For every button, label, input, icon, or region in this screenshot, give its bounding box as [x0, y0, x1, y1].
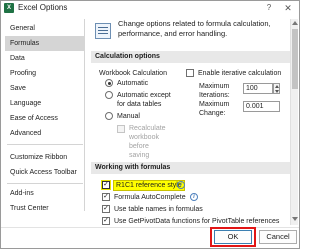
scroll-up-arrow-icon[interactable]: [292, 21, 298, 25]
maximum-change-label: Maximum Change:: [199, 101, 230, 117]
excel-app-icon: X: [4, 3, 14, 13]
maximum-change-input[interactable]: 0.001: [243, 101, 280, 112]
sidebar-item-ease-of-access[interactable]: Ease of Access: [5, 111, 85, 126]
sidebar-divider: [7, 144, 83, 145]
recalculate-before-saving-label: Recalculate workbook before saving: [129, 125, 166, 159]
sidebar-item-language[interactable]: Language: [5, 96, 85, 111]
excel-options-dialog: X Excel Options ? ✕ General Formulas Dat…: [0, 0, 300, 249]
recalculate-before-saving-checkbox[interactable]: [117, 125, 125, 133]
use-table-names-checkbox[interactable]: ✓: [102, 205, 110, 213]
sidebar-item-save[interactable]: Save: [5, 81, 85, 96]
r1c1-reference-style-checkbox[interactable]: ✓: [102, 181, 110, 189]
r1c1-reference-style-label: R1C1 reference style: [113, 180, 185, 191]
automatic-except-label: Automatic except for data tables: [117, 92, 171, 108]
maximum-iterations-label: Maximum Iterations:: [199, 83, 230, 99]
info-icon: i: [190, 193, 198, 201]
radio-automatic-except-tables[interactable]: [105, 91, 113, 99]
automatic-label: Automatic: [117, 80, 149, 87]
formulas-options-panel: Change options related to formula calcul…: [91, 19, 295, 225]
manual-label: Manual: [117, 113, 140, 120]
window-title: Excel Options: [18, 3, 68, 12]
sidebar-item-data[interactable]: Data: [5, 51, 85, 66]
workbook-calculation-label: Workbook Calculation: [99, 70, 167, 77]
maximum-iterations-input[interactable]: 100: [243, 83, 273, 94]
sidebar-divider: [7, 183, 83, 184]
options-sidebar: General Formulas Data Proofing Save Lang…: [5, 19, 85, 212]
enable-iterative-checkbox[interactable]: [186, 69, 194, 77]
sidebar-item-quick-access-toolbar[interactable]: Quick Access Toolbar: [5, 165, 85, 180]
help-icon[interactable]: ?: [263, 2, 275, 14]
use-getpivotdata-label: Use GetPivotData functions for PivotTabl…: [114, 218, 280, 225]
ok-button[interactable]: OK: [214, 230, 252, 244]
maximum-iterations-spinner[interactable]: [273, 83, 280, 94]
formula-autocomplete-checkbox[interactable]: ✓: [102, 193, 110, 201]
options-scrollbar[interactable]: [290, 19, 298, 225]
sidebar-item-trust-center[interactable]: Trust Center: [5, 201, 85, 216]
scroll-down-arrow-icon[interactable]: [292, 217, 298, 221]
sidebar-item-add-ins[interactable]: Add-ins: [5, 186, 85, 201]
radio-automatic[interactable]: [105, 79, 113, 87]
intro-description: Change options related to formula calcul…: [118, 19, 271, 38]
cancel-button[interactable]: Cancel: [259, 230, 297, 244]
sidebar-item-customize-ribbon[interactable]: Customize Ribbon: [5, 150, 85, 165]
info-icon: i: [177, 181, 185, 189]
title-bar: X Excel Options ? ✕: [1, 1, 299, 15]
use-getpivotdata-checkbox[interactable]: ✓: [102, 217, 110, 225]
use-table-names-label: Use table names in formulas: [114, 206, 203, 213]
radio-manual[interactable]: [105, 112, 113, 120]
enable-iterative-label: Enable iterative calculation: [198, 70, 282, 77]
close-icon[interactable]: ✕: [281, 2, 295, 14]
sidebar-item-formulas[interactable]: Formulas: [5, 36, 85, 51]
sidebar-item-advanced[interactable]: Advanced: [5, 126, 85, 141]
formula-autocomplete-label: Formula AutoComplete: [114, 194, 186, 201]
sidebar-item-proofing[interactable]: Proofing: [5, 66, 85, 81]
calculation-options-header: Calculation options: [91, 51, 291, 63]
working-with-formulas-header: Working with formulas: [91, 162, 291, 174]
formula-options-icon: [95, 23, 111, 39]
scroll-thumb[interactable]: [292, 29, 298, 89]
sidebar-item-general[interactable]: General: [5, 21, 85, 36]
